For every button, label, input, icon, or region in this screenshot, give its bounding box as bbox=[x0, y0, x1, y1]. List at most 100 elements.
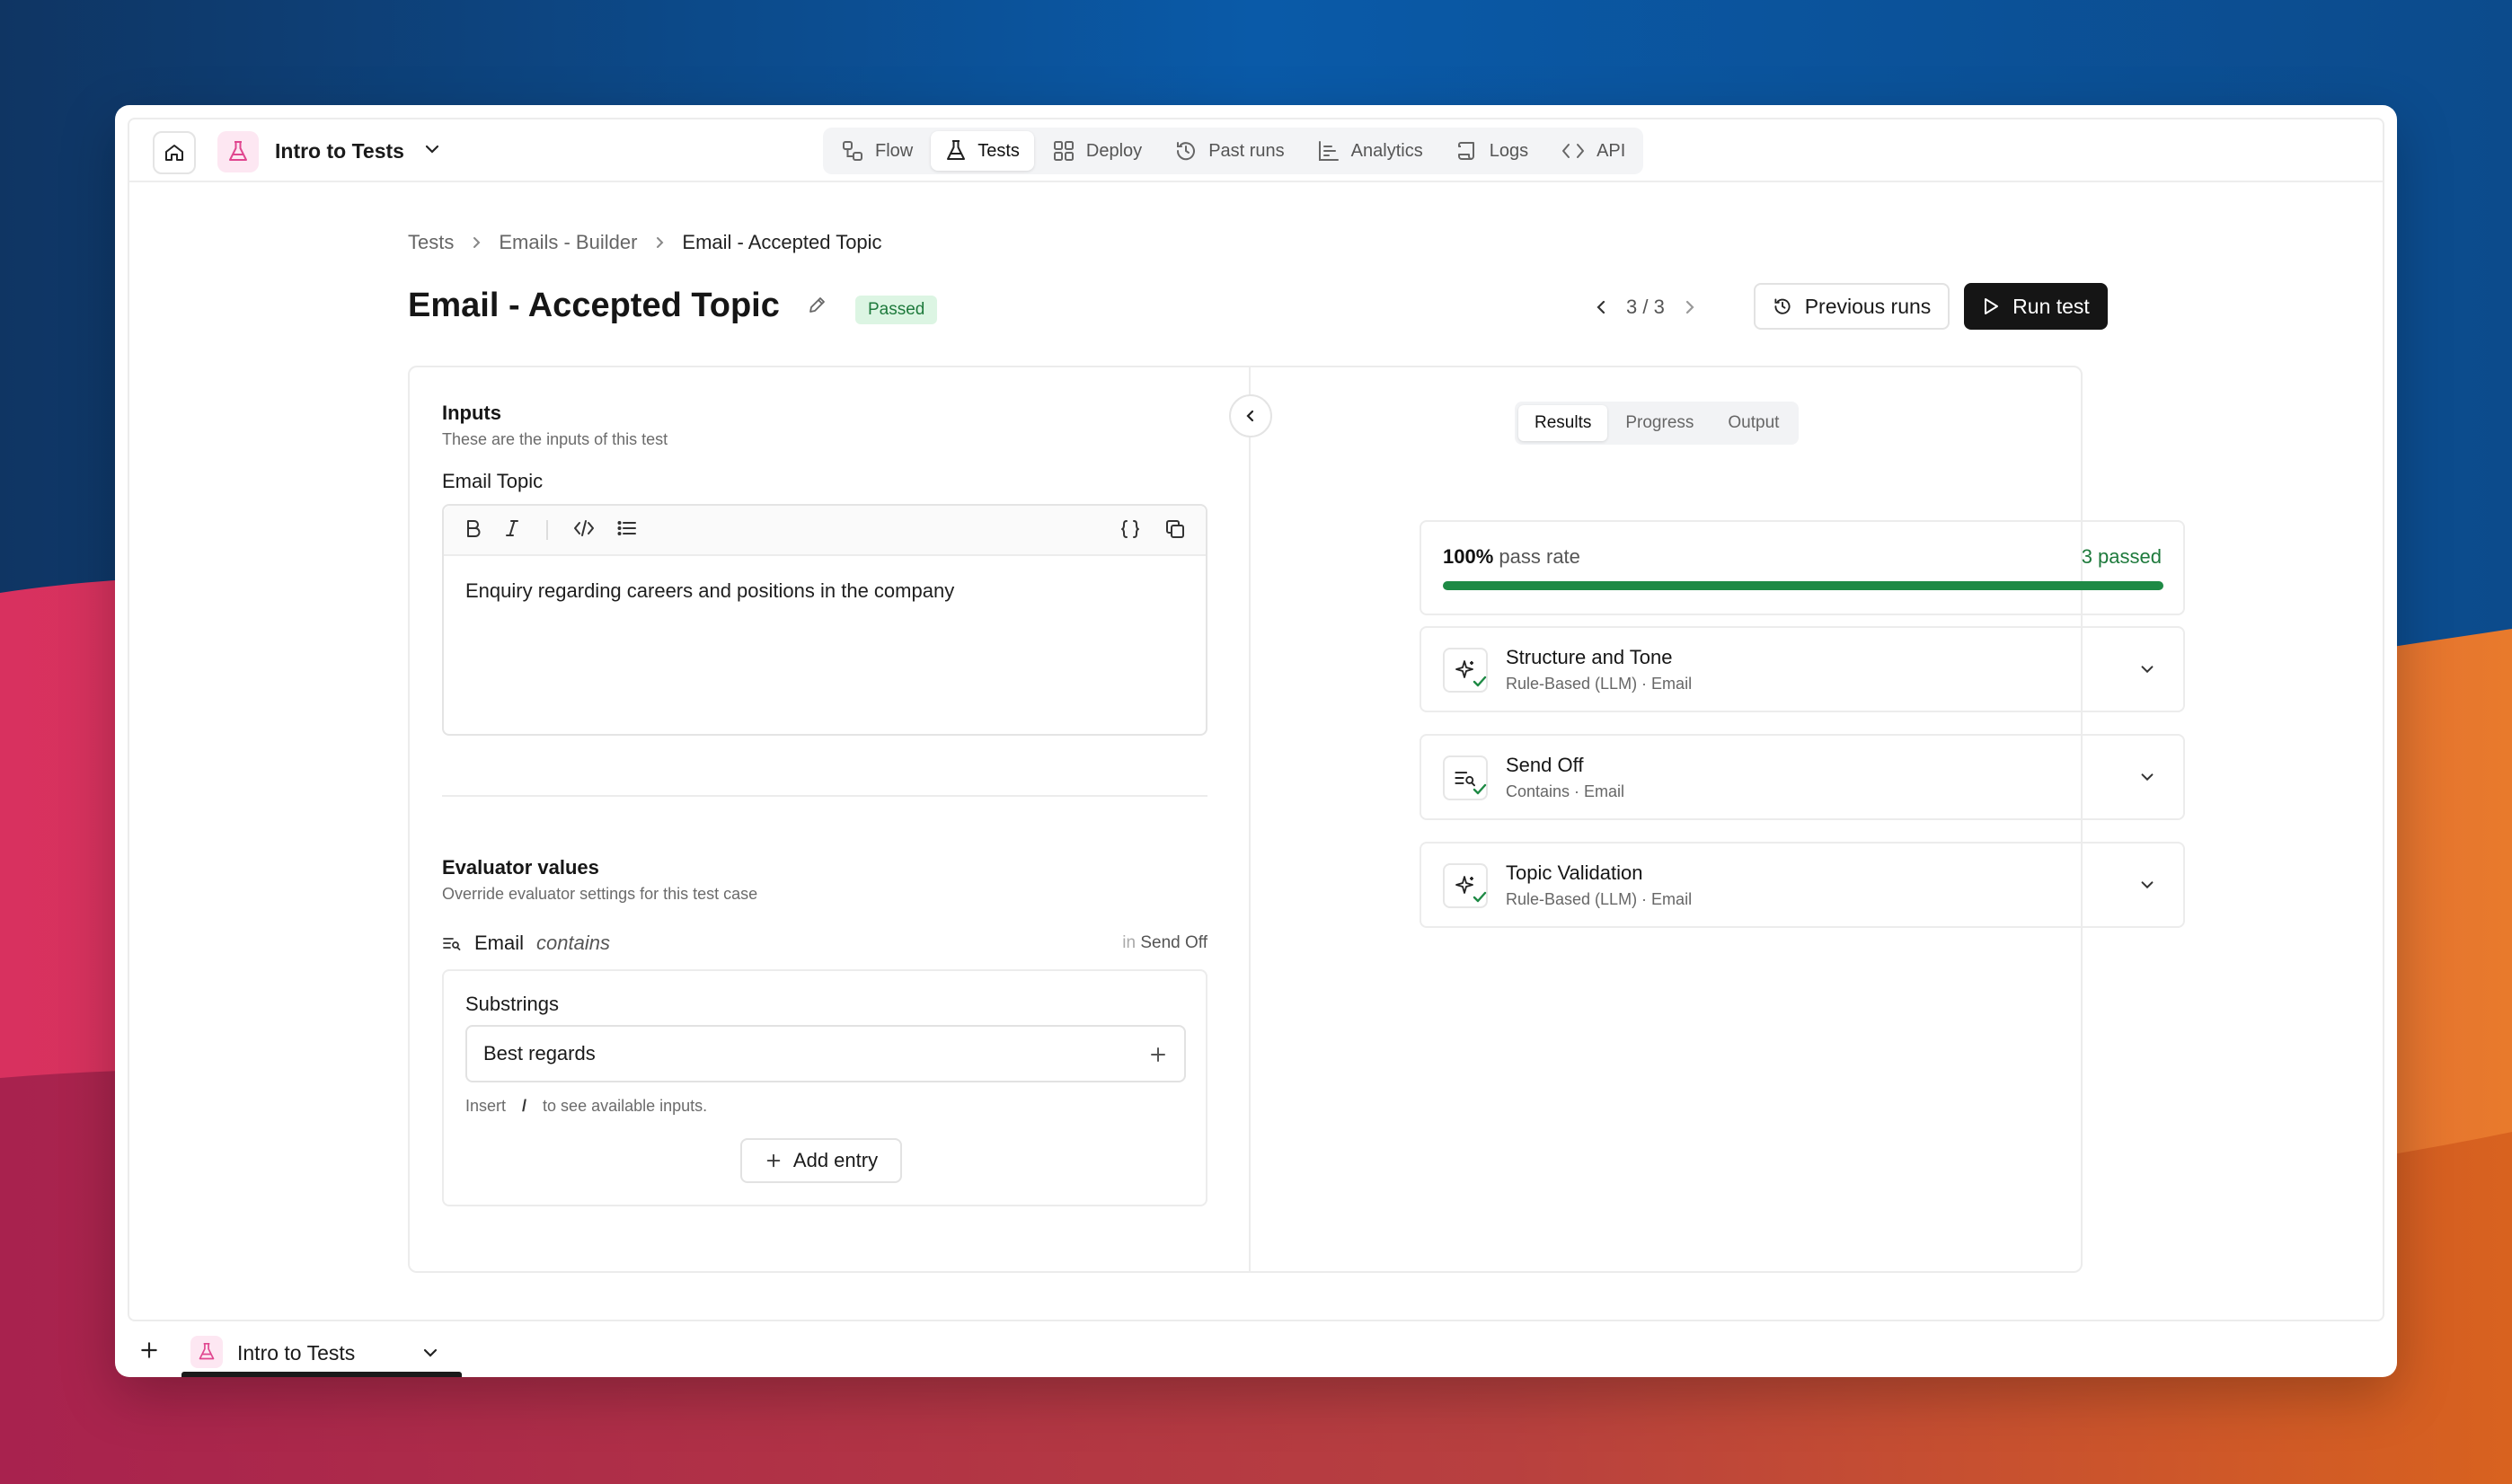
chevron-left-icon[interactable] bbox=[1594, 298, 1608, 316]
play-icon bbox=[1985, 298, 1999, 314]
add-substring-button[interactable] bbox=[1148, 1045, 1168, 1070]
breadcrumb-current: Email - Accepted Topic bbox=[682, 231, 882, 253]
bottom-tab-icon bbox=[190, 1336, 223, 1368]
substring-input[interactable]: Best regards bbox=[465, 1025, 1186, 1082]
bold-icon bbox=[467, 519, 481, 537]
pager-position: 3 / 3 bbox=[1626, 296, 1665, 318]
evaluator-card[interactable]: Structure and Tone Rule-Based (LLM) · Em… bbox=[1420, 626, 2185, 712]
tab-api[interactable]: API bbox=[1546, 131, 1640, 171]
substring-value: Best regards bbox=[483, 1042, 596, 1064]
edit-title-button[interactable] bbox=[807, 296, 827, 320]
evaluator-row: Email contains in Send Off bbox=[442, 932, 1207, 955]
substrings-label: Substrings bbox=[465, 993, 559, 1015]
home-button[interactable] bbox=[153, 131, 196, 174]
home-icon bbox=[165, 145, 183, 161]
status-badge: Passed bbox=[855, 296, 938, 324]
breadcrumb-tests[interactable]: Tests bbox=[408, 231, 454, 254]
bold-button[interactable] bbox=[464, 518, 482, 543]
plus-icon bbox=[766, 1153, 781, 1168]
pencil-icon bbox=[809, 297, 825, 313]
pass-rate-label: pass rate bbox=[1499, 545, 1580, 568]
flow-icon bbox=[843, 141, 862, 161]
evaluator-values-subtitle: Override evaluator settings for this tes… bbox=[442, 885, 758, 903]
section-divider bbox=[442, 795, 1207, 797]
app-switcher-chevron[interactable] bbox=[422, 139, 442, 163]
italic-button[interactable] bbox=[503, 518, 521, 543]
expand-chevron[interactable] bbox=[2138, 876, 2156, 898]
inputs-title: Inputs bbox=[442, 402, 501, 424]
tab-progress[interactable]: Progress bbox=[1609, 405, 1710, 441]
copy-button[interactable] bbox=[1164, 518, 1186, 544]
evaluator-icon bbox=[1443, 863, 1488, 908]
check-icon bbox=[1472, 889, 1488, 910]
pass-rate-card: 100% pass rate 3 passed bbox=[1420, 520, 2185, 615]
run-test-label: Run test bbox=[2012, 294, 2090, 318]
toolbar-separator bbox=[546, 520, 548, 540]
flask-icon bbox=[199, 1343, 215, 1360]
tab-past-runs-label: Past runs bbox=[1208, 140, 1285, 161]
add-entry-label: Add entry bbox=[792, 1149, 879, 1171]
add-entry-button[interactable]: Add entry bbox=[740, 1138, 902, 1183]
list-button[interactable] bbox=[616, 518, 638, 543]
tab-logs-label: Logs bbox=[1489, 140, 1529, 161]
new-tab-button[interactable] bbox=[138, 1339, 160, 1365]
plus-icon bbox=[141, 1342, 157, 1358]
pass-rate-bar-fill bbox=[1443, 581, 2163, 590]
tab-flow[interactable]: Flow bbox=[827, 131, 927, 171]
braces-icon bbox=[1121, 520, 1139, 538]
evaluator-name: Send Off bbox=[1506, 754, 1584, 776]
tab-results[interactable]: Results bbox=[1518, 405, 1608, 441]
nav-tabs: Flow Tests Deploy Past runs Analytics Lo… bbox=[823, 128, 1644, 174]
list-icon bbox=[617, 520, 636, 535]
evaluator-card[interactable]: Send Off Contains · Email bbox=[1420, 734, 2185, 820]
copy-icon bbox=[1166, 520, 1184, 538]
chevron-right-icon bbox=[473, 237, 481, 248]
code-button[interactable] bbox=[573, 518, 595, 543]
tab-output[interactable]: Output bbox=[1712, 405, 1795, 441]
evaluator-icon bbox=[1443, 648, 1488, 693]
chevron-right-icon bbox=[657, 237, 664, 248]
insert-hint: Insert / to see available inputs. bbox=[465, 1097, 707, 1116]
email-topic-input[interactable]: Enquiry regarding careers and positions … bbox=[444, 556, 1206, 626]
bottom-tab-bar: Intro to Tests bbox=[115, 1325, 2397, 1377]
page-title: Email - Accepted Topic bbox=[408, 287, 780, 324]
evaluator-row-source: in Send Off bbox=[1122, 933, 1207, 953]
hint-key: / bbox=[522, 1097, 527, 1115]
expand-chevron[interactable] bbox=[2138, 660, 2156, 683]
flask-icon bbox=[947, 140, 966, 160]
tab-past-runs[interactable]: Past runs bbox=[1160, 131, 1298, 171]
check-icon bbox=[1472, 782, 1488, 802]
expand-chevron[interactable] bbox=[2138, 768, 2156, 791]
tab-logs[interactable]: Logs bbox=[1441, 131, 1543, 171]
app-frame: Intro to Tests Flow Tests Deploy Past ru… bbox=[128, 118, 2384, 1321]
history-icon bbox=[1774, 298, 1791, 314]
chevron-down-icon bbox=[2141, 881, 2154, 889]
json-mode-button[interactable] bbox=[1119, 518, 1141, 544]
app-title: Intro to Tests bbox=[275, 139, 404, 163]
tab-tests-label: Tests bbox=[977, 140, 1020, 161]
chevron-right-icon[interactable] bbox=[1683, 298, 1697, 316]
email-topic-editor: Enquiry regarding careers and positions … bbox=[442, 504, 1207, 736]
scroll-icon bbox=[1457, 142, 1474, 160]
plus-icon bbox=[1151, 1047, 1165, 1062]
evaluator-meta: Rule-Based (LLM) · Email bbox=[1506, 675, 1693, 693]
code-icon bbox=[1562, 144, 1585, 158]
collapse-panel-button[interactable] bbox=[1229, 394, 1272, 437]
tab-tests[interactable]: Tests bbox=[931, 131, 1034, 171]
evaluator-values-title: Evaluator values bbox=[442, 856, 599, 879]
text-search-icon bbox=[443, 938, 461, 950]
tab-deploy[interactable]: Deploy bbox=[1038, 131, 1156, 171]
hint-suffix: to see available inputs. bbox=[543, 1097, 708, 1115]
evaluator-card[interactable]: Topic Validation Rule-Based (LLM) · Emai… bbox=[1420, 842, 2185, 928]
breadcrumb-emails-builder[interactable]: Emails - Builder bbox=[499, 231, 637, 254]
app-window: Intro to Tests Flow Tests Deploy Past ru… bbox=[115, 105, 2397, 1377]
bottom-tab-title[interactable]: Intro to Tests bbox=[237, 1341, 355, 1365]
bottom-tab-chevron[interactable] bbox=[420, 1343, 440, 1367]
pass-rate-value: 100% bbox=[1443, 545, 1494, 568]
chevron-down-icon bbox=[2141, 773, 2154, 782]
run-test-button[interactable]: Run test bbox=[1964, 283, 2108, 330]
previous-runs-button[interactable]: Previous runs bbox=[1754, 283, 1950, 330]
bar-chart-icon bbox=[1318, 141, 1339, 161]
app-icon bbox=[217, 131, 259, 172]
tab-analytics[interactable]: Analytics bbox=[1303, 131, 1437, 171]
